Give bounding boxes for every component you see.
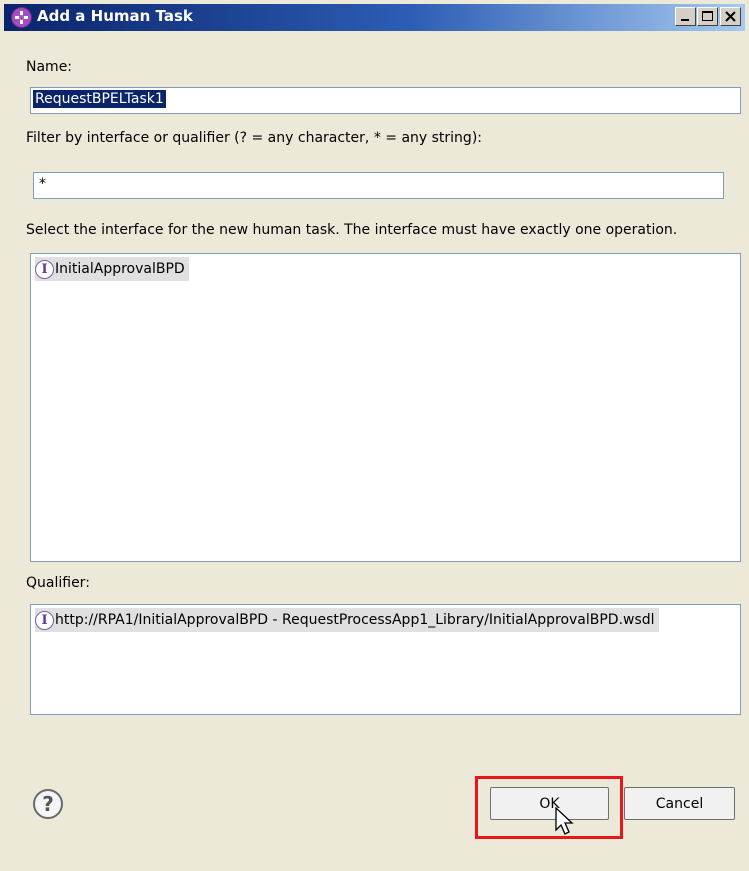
interface-list[interactable]: I InitialApprovalBPD	[30, 253, 741, 562]
filter-input[interactable]: *	[33, 172, 724, 199]
help-icon[interactable]: ?	[33, 789, 63, 819]
list-item[interactable]: I http://RPA1/InitialApprovalBPD - Reque…	[35, 608, 659, 632]
filter-value: *	[39, 176, 46, 192]
window-title: Add a Human Task	[37, 7, 193, 25]
minimize-icon	[681, 19, 689, 21]
interface-list-label: Select the interface for the new human t…	[26, 222, 678, 238]
filter-label: Filter by interface or qualifier (? = an…	[26, 130, 482, 146]
add-human-task-dialog: Add a Human Task Name: RequestBPELTask1 …	[0, 0, 749, 871]
interface-icon: I	[35, 610, 54, 630]
maximize-icon	[702, 11, 713, 21]
title-bar[interactable]: Add a Human Task	[4, 4, 745, 31]
list-item-label: http://RPA1/InitialApprovalBPD - Request…	[55, 612, 655, 628]
list-item-label: InitialApprovalBPD	[55, 261, 185, 277]
name-input[interactable]: RequestBPELTask1	[30, 87, 741, 114]
close-icon	[725, 11, 736, 22]
interface-icon: I	[35, 259, 54, 279]
maximize-button[interactable]	[697, 7, 718, 26]
app-icon	[11, 7, 32, 28]
close-button[interactable]	[720, 7, 741, 26]
qualifier-list[interactable]: I http://RPA1/InitialApprovalBPD - Reque…	[30, 604, 741, 715]
name-label: Name:	[26, 59, 73, 75]
name-value: RequestBPELTask1	[33, 90, 166, 108]
cancel-button[interactable]: Cancel	[624, 787, 735, 820]
mouse-pointer-icon	[555, 807, 574, 835]
minimize-button[interactable]	[675, 7, 696, 26]
qualifier-label: Qualifier:	[26, 575, 90, 591]
list-item[interactable]: I InitialApprovalBPD	[35, 257, 189, 281]
ok-highlight-box	[475, 776, 623, 839]
